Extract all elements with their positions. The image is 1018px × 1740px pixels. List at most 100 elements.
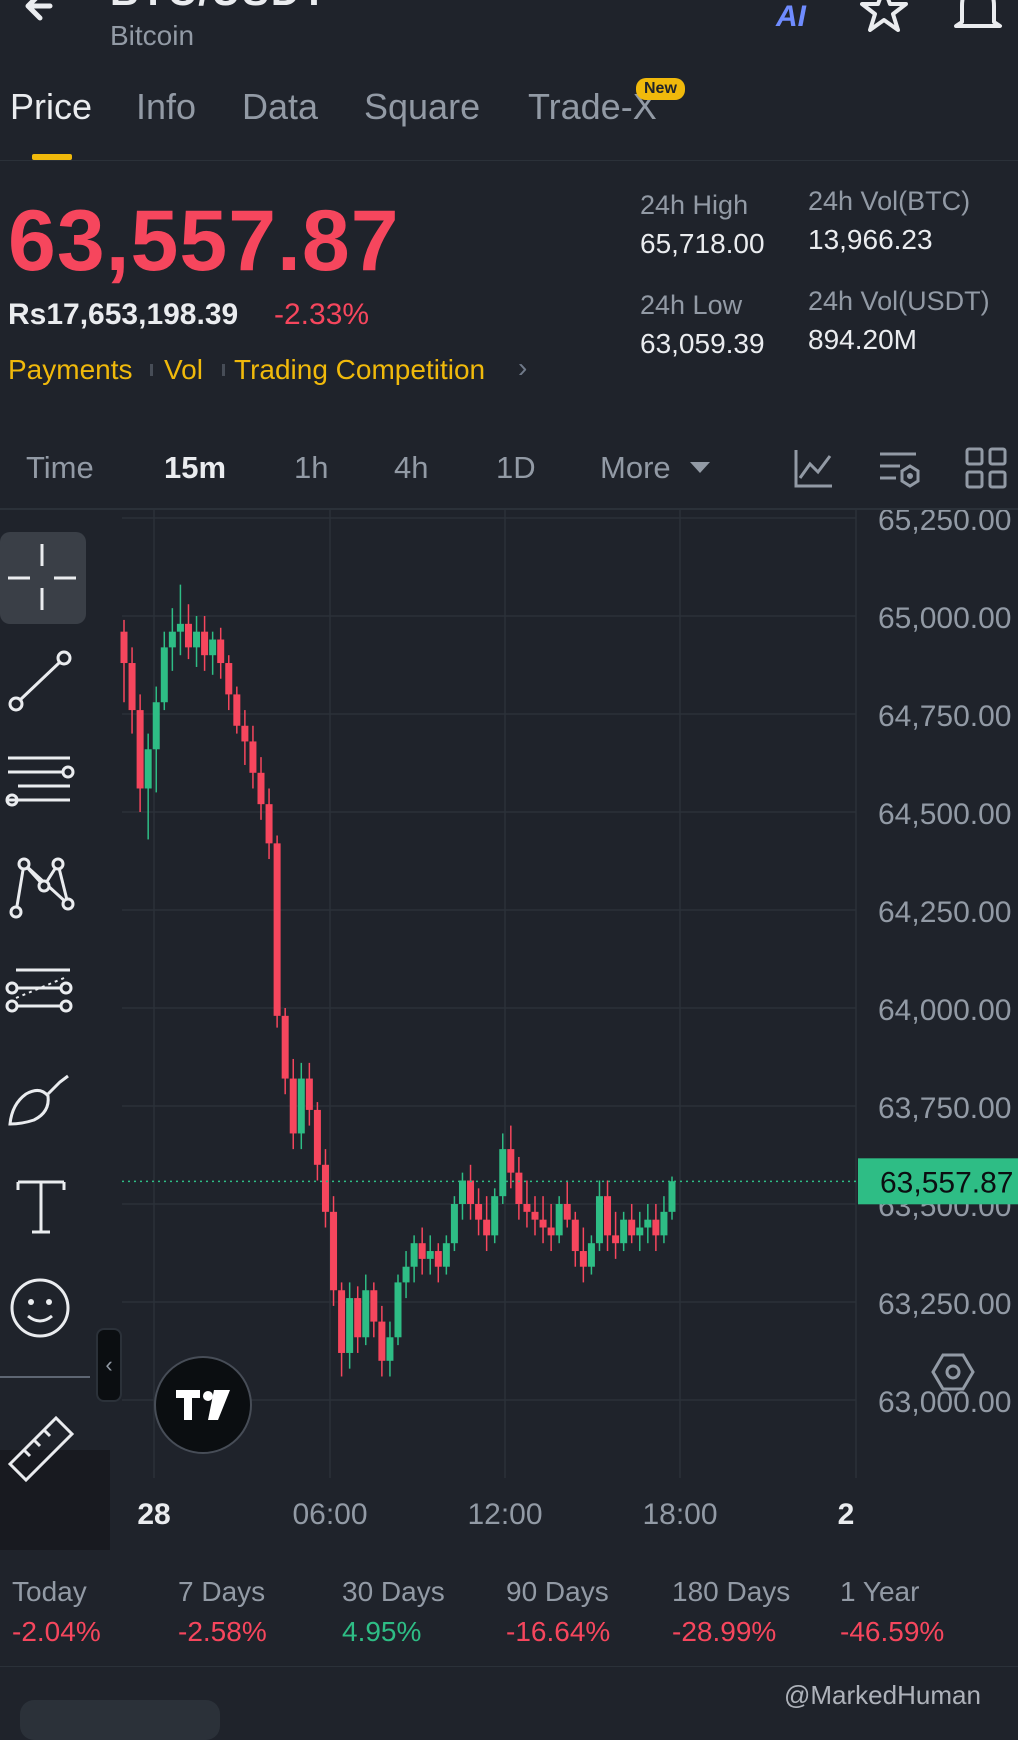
- tradingview-logo[interactable]: [154, 1356, 252, 1454]
- time-tick-label: 06:00: [292, 1498, 367, 1531]
- low-label: 24h Low: [640, 290, 743, 320]
- candle: [458, 1172, 466, 1220]
- candle: [595, 1180, 603, 1252]
- candle: [523, 1180, 531, 1228]
- candles: [120, 584, 676, 1377]
- candle: [321, 1149, 329, 1228]
- candle: [475, 1188, 483, 1236]
- text-tool[interactable]: [4, 1168, 78, 1242]
- indicators-button[interactable]: [792, 446, 836, 490]
- timeframe-1d[interactable]: 1D: [496, 450, 536, 486]
- candle: [636, 1211, 644, 1252]
- trend-line-icon: [8, 650, 72, 712]
- price-tick-label: 63,000.00: [878, 1386, 1011, 1419]
- link-trading-competition[interactable]: Trading Competition: [234, 354, 485, 386]
- candle: [354, 1286, 362, 1353]
- candle: [491, 1188, 499, 1244]
- horizontal-lines-tool[interactable]: [4, 748, 78, 822]
- link-vol[interactable]: Vol: [164, 354, 203, 386]
- favorite-button[interactable]: [860, 0, 908, 32]
- candle: [644, 1204, 652, 1244]
- candle: [660, 1196, 668, 1244]
- candle: [587, 1235, 595, 1275]
- fiat-price: Rs17,653,198.39: [8, 298, 239, 331]
- emoji-tool[interactable]: [4, 1270, 78, 1344]
- trend-line-tool[interactable]: [4, 648, 78, 722]
- tab-info[interactable]: Info: [136, 86, 196, 128]
- time-tick-label: 28: [137, 1498, 170, 1531]
- candle: [265, 788, 273, 860]
- candle: [531, 1196, 539, 1236]
- candle: [120, 619, 128, 703]
- candle: [338, 1282, 346, 1377]
- ruler-icon: [7, 1415, 75, 1483]
- candle: [176, 584, 184, 656]
- price-change-percent: -2.33%: [274, 298, 370, 331]
- crosshair-tool[interactable]: [0, 532, 86, 624]
- tab-square[interactable]: Square: [364, 86, 480, 128]
- arrow-left-icon: [25, 0, 53, 21]
- pattern-tool[interactable]: [4, 852, 78, 926]
- bottom-tab[interactable]: [20, 1700, 220, 1740]
- timeframe-time[interactable]: Time: [26, 450, 94, 486]
- brush-tool[interactable]: [4, 1064, 78, 1138]
- horizontal-lines-icon: [5, 756, 75, 807]
- time-settings-button[interactable]: [931, 1353, 975, 1391]
- tab-data[interactable]: Data: [242, 86, 318, 128]
- timeframe-more[interactable]: More: [600, 450, 671, 486]
- candle: [257, 757, 265, 820]
- timeframe-1h[interactable]: 1h: [294, 450, 328, 486]
- candle: [515, 1156, 523, 1220]
- pair-title: BTC/USDT: [110, 0, 328, 15]
- candle: [128, 647, 136, 734]
- timeframe-4h[interactable]: 4h: [394, 450, 428, 486]
- candle: [184, 604, 192, 660]
- candle: [418, 1227, 426, 1275]
- watermark: @MarkedHuman: [784, 1680, 981, 1710]
- candle: [193, 616, 201, 667]
- candle: [249, 725, 257, 789]
- candle: [620, 1211, 628, 1252]
- candle: [273, 835, 281, 1028]
- candle: [241, 710, 249, 765]
- candle: [136, 694, 144, 812]
- layout-button[interactable]: [964, 446, 1008, 490]
- perf-today-label: Today: [12, 1576, 87, 1607]
- alert-button[interactable]: [952, 0, 1004, 32]
- time-axis: 28 06:00 12:00 18:00 2: [137, 1498, 854, 1531]
- perf-30d-label: 30 Days: [342, 1576, 445, 1607]
- price-tick-label: 64,750.00: [878, 700, 1011, 733]
- tab-price[interactable]: Price: [10, 86, 92, 128]
- candle: [426, 1235, 434, 1275]
- toolbar-collapse-button[interactable]: ‹: [96, 1328, 122, 1402]
- candle: [579, 1227, 587, 1283]
- vol-usdt-label: 24h Vol(USDT): [808, 286, 990, 316]
- divider: [0, 160, 1018, 161]
- chevron-right-icon[interactable]: ›: [518, 352, 527, 384]
- timeframe-15m[interactable]: 15m: [164, 450, 226, 486]
- link-payments[interactable]: Payments: [8, 354, 133, 386]
- ai-button[interactable]: AI: [776, 0, 806, 34]
- brush-icon: [8, 1074, 69, 1126]
- vol-btc-value: 13,966.23: [808, 224, 933, 255]
- candle: [168, 608, 176, 671]
- vol-usdt-value: 894.20M: [808, 324, 917, 355]
- pair-subtitle: Bitcoin: [110, 20, 195, 51]
- chevron-left-icon: ‹: [105, 1352, 113, 1377]
- candle: [612, 1211, 620, 1259]
- candlestick-chart[interactable]: 65,250.00 65,000.00 64,750.00 64,500.00 64,2…: [0, 510, 1018, 1550]
- candle: [442, 1235, 450, 1275]
- chart-settings-button[interactable]: [878, 446, 922, 490]
- fib-tool[interactable]: [4, 958, 78, 1032]
- measure-tool[interactable]: [4, 1412, 78, 1486]
- grid-icon: [965, 447, 1007, 489]
- hexagon-gear-icon: [931, 1353, 975, 1391]
- vol-btc-label: 24h Vol(BTC): [808, 186, 971, 216]
- low-value: 63,059.39: [640, 328, 765, 359]
- price-tick-label: 64,250.00: [878, 896, 1011, 929]
- back-button[interactable]: [10, 0, 70, 40]
- candle: [233, 686, 241, 734]
- candle: [346, 1282, 354, 1369]
- candle: [362, 1274, 370, 1346]
- last-price-tag-label: 63,557.87: [880, 1166, 1013, 1199]
